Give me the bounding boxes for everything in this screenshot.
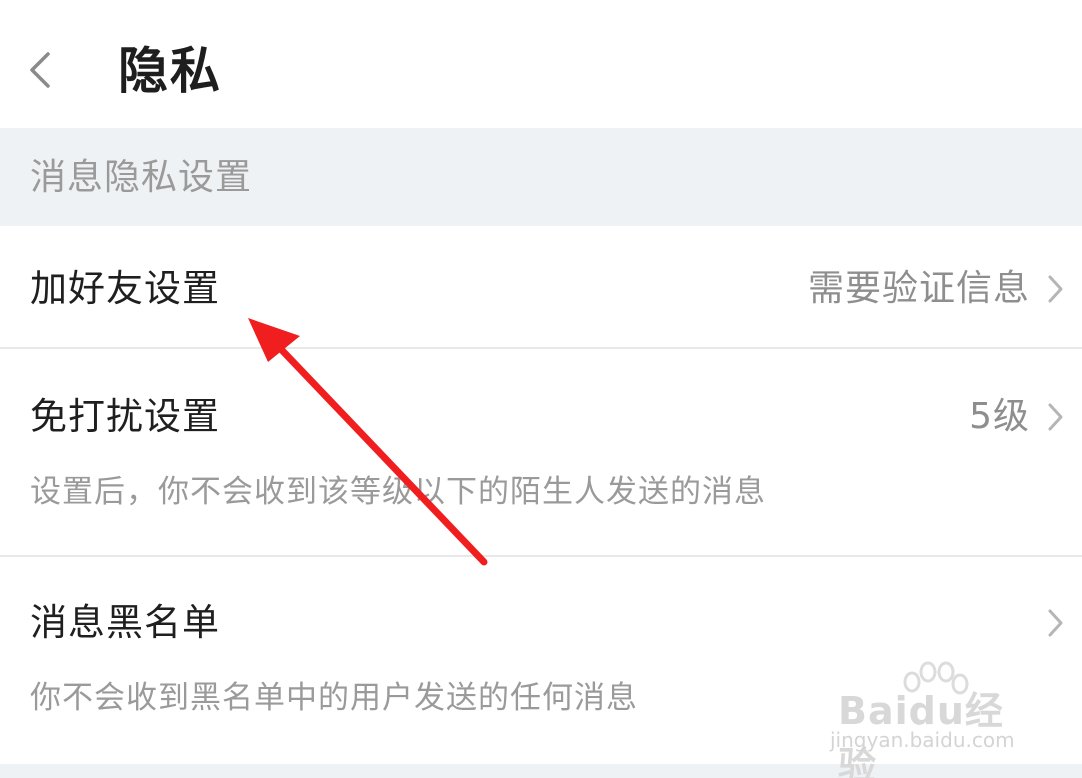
row-label: 加好友设置 <box>30 267 220 310</box>
section-title: 消息隐私设置 <box>30 157 253 198</box>
top-bar: 隐私 <box>0 0 1082 128</box>
chevron-right-icon <box>1048 403 1063 431</box>
row-value: 5级 <box>969 396 1030 437</box>
row-value: 需要验证信息 <box>807 268 1030 309</box>
do-not-disturb-settings-row[interactable]: 免打扰设置 5级 设置后，你不会收到该等级以下的陌生人发送的消息 <box>0 350 1082 556</box>
row-description: 设置后，你不会收到该等级以下的陌生人发送的消息 <box>30 474 766 510</box>
row-label: 消息黑名单 <box>30 601 220 644</box>
row-description: 你不会收到黑名单中的用户发送的任何消息 <box>30 680 638 716</box>
chevron-right-icon <box>1048 275 1063 303</box>
privacy-settings-screen: 隐私 消息隐私设置 加好友设置 需要验证信息 免打扰设置 5级 设置后，你不会收… <box>0 0 1082 778</box>
chevron-left-icon <box>30 52 50 88</box>
page-title: 隐私 <box>118 42 222 100</box>
row-label: 免打扰设置 <box>30 395 220 438</box>
add-friend-settings-row[interactable]: 加好友设置 需要验证信息 <box>0 226 1082 348</box>
chevron-right-icon <box>1048 609 1063 637</box>
section-header: 消息隐私设置 <box>0 128 1082 226</box>
divider <box>0 555 1082 557</box>
divider <box>0 347 1082 349</box>
baidu-watermark: Baidu经验 jingyan.baidu.com <box>830 660 1030 778</box>
back-button[interactable] <box>22 44 66 96</box>
watermark-url: jingyan.baidu.com <box>830 728 1015 752</box>
